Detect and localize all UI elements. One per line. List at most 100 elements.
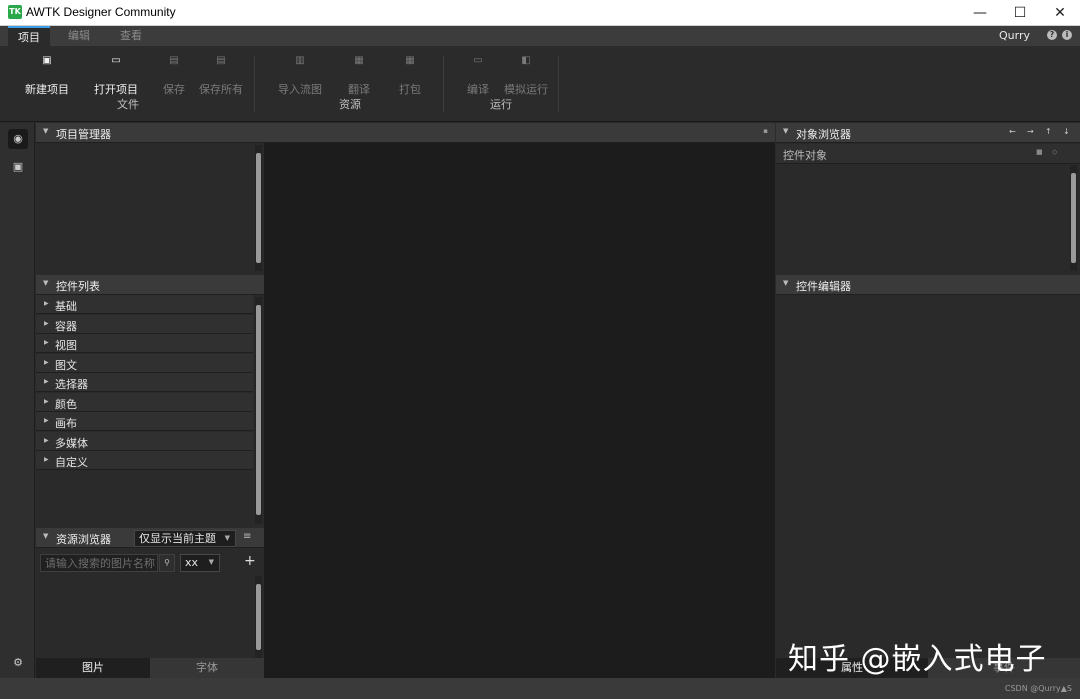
minimize-button[interactable]: — [960,0,1000,26]
list-item[interactable]: ▶ 选择器 [36,373,253,392]
list-item-label: 容器 [55,319,77,333]
group-label-run: 运行 [490,98,512,111]
collapse-icon: ▼ [43,127,49,135]
canvas-menu-icon[interactable]: ▪ [763,127,768,135]
design-canvas[interactable]: ▪ [264,123,775,678]
group-label-file: 文件 [117,98,139,111]
list-item[interactable]: ▶ 基础 [36,295,253,314]
simulate-run-label: 模拟运行 [504,83,548,96]
expand-icon: ▶ [44,436,49,444]
menu-bar: 项目 编辑 查看 Qurry ? i [0,26,1080,46]
menu-tab-view[interactable]: 查看 [110,26,152,46]
help-icon[interactable]: ? [1047,30,1057,40]
import-flow-button[interactable]: ▥ 导入流图 [274,54,326,97]
expand-icon: ▶ [44,300,49,307]
expand-icon: ▶ [44,339,49,346]
info-icon[interactable]: i [1062,30,1072,40]
list-item-label: 颜色 [55,397,77,411]
maximize-button[interactable]: ☐ [1000,0,1040,26]
scrollbar-thumb[interactable] [256,153,261,263]
design-view-icon[interactable]: ◉ [8,129,28,149]
menu-tab-edit[interactable]: 编辑 [58,26,100,46]
add-resource-button[interactable]: + [244,553,256,569]
compile-label: 编译 [467,83,489,96]
group-label-resource: 资源 [339,98,361,111]
size-value: xx [185,556,199,569]
control-editor-header[interactable]: ▼ 控件编辑器 [776,275,1080,295]
layers-icon[interactable]: ▣ [8,157,28,177]
search-icon[interactable]: ⚲ [159,554,175,572]
project-manager-panel: ▼ 项目管理器 [36,123,264,273]
list-item[interactable]: ▶ 多媒体 [36,431,253,451]
simulate-icon: ◧ [521,55,531,66]
toolbar: ▣ 新建项目 ▭ 打开项目 ▤ 保存 ▤ 保存所有 文件 ▥ 导入流图 ▦ 翻译… [0,46,1080,122]
expand-icon: ▶ [44,417,49,424]
object-browser-panel: ▼ 对象浏览器 ← → ↑ ↓ 控件对象 ■ ◇ [776,123,1080,273]
list-item-label: 选择器 [55,378,88,391]
source-credit-tail: S [1066,684,1072,693]
expand-icon: ▶ [44,397,49,405]
list-item[interactable]: ▶ 画布 [36,412,253,431]
package-icon: ▦ [405,55,415,66]
theme-filter-value: 仅显示当前主题 [139,532,216,545]
compile-button[interactable]: ▭ 编译 [462,54,494,97]
toolbar-separator [254,56,255,112]
arrow-left-icon[interactable]: ← [1009,127,1016,136]
vertical-scrollbar[interactable] [1070,165,1077,271]
scrollbar-thumb[interactable] [1071,173,1076,263]
size-select[interactable]: xx ▼ [180,554,220,572]
list-item-label: 图文 [55,358,77,372]
vertical-scrollbar[interactable] [255,145,262,271]
vertical-scrollbar[interactable] [255,576,262,658]
save-all-label: 保存所有 [199,83,243,96]
watermark-text: 知乎 @嵌入式电子 [788,642,1047,677]
object-tree-header: 控件对象 ■ ◇ [776,144,1080,164]
list-item-label: 自定义 [55,456,88,469]
list-item[interactable]: ▶ 容器 [36,314,253,334]
list-item[interactable]: ▶ 图文 [36,353,253,373]
lock-icon[interactable]: ◇ [1052,148,1057,156]
expand-icon: ▶ [44,456,49,463]
package-button[interactable]: ▦ 打包 [394,54,426,97]
resource-browser-title: 资源浏览器 [56,533,111,546]
simulate-run-button[interactable]: ◧ 模拟运行 [500,54,552,97]
menu-tab-project[interactable]: 项目 [8,26,50,46]
user-name[interactable]: Qurry [999,29,1030,42]
expand-icon: ▶ [44,378,49,385]
list-item[interactable]: ▶ 视图 [36,334,253,353]
visibility-icon[interactable]: ■ [1036,148,1043,156]
collapse-icon: ▼ [783,279,789,287]
close-button[interactable]: ✕ [1040,0,1080,26]
object-browser-header[interactable]: ▼ 对象浏览器 ← → ↑ ↓ [776,123,1080,143]
theme-filter-select[interactable]: 仅显示当前主题 ▼ [134,530,236,547]
project-manager-header[interactable]: ▼ 项目管理器 [36,123,264,143]
arrow-down-icon[interactable]: ↓ [1063,127,1070,136]
app-logo-icon: TK [8,5,22,19]
settings-gear-icon[interactable]: ⚙ [8,653,28,673]
new-project-button[interactable]: ▣ 新建项目 [22,54,72,97]
chevron-down-icon: ▼ [224,534,230,542]
list-item[interactable]: ▶ 颜色 [36,392,253,412]
image-search-input[interactable] [40,554,158,572]
tab-images[interactable]: 图片 [36,658,150,678]
list-item[interactable]: ▶ 自定义 [36,451,253,470]
control-editor-panel: ▼ 控件编辑器 属性 事件 [776,275,1080,678]
filter-list-icon[interactable]: ≡ [243,531,251,542]
arrow-right-icon[interactable]: → [1027,127,1034,136]
vertical-scrollbar[interactable] [255,297,262,524]
open-project-button[interactable]: ▭ 打开项目 [91,54,141,97]
scrollbar-thumb[interactable] [256,305,261,515]
activity-bar: ◉ ▣ ⚙ [0,123,35,678]
save-all-button[interactable]: ▤ 保存所有 [196,54,246,97]
list-item-label: 视图 [55,339,77,352]
scrollbar-thumb[interactable] [256,584,261,650]
expand-icon: ▶ [44,358,49,366]
arrow-up-icon[interactable]: ↑ [1045,127,1052,136]
save-icon: ▤ [169,55,179,66]
collapse-icon: ▼ [783,127,789,135]
translate-button[interactable]: ▦ 翻译 [343,54,375,97]
tab-fonts[interactable]: 字体 [150,658,264,678]
package-label: 打包 [399,83,421,96]
save-button[interactable]: ▤ 保存 [158,54,190,97]
control-list-header[interactable]: ▼ 控件列表 [36,275,264,295]
